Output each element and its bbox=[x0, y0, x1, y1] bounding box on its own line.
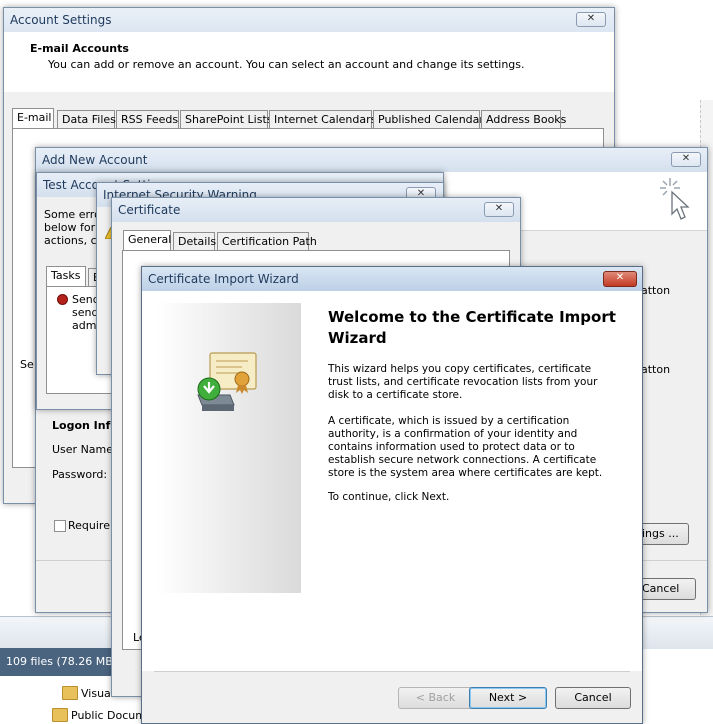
explorer-item[interactable]: Visual bbox=[81, 687, 114, 700]
wizard-heading: Welcome to the Certificate Import Wizard bbox=[328, 308, 616, 347]
user-name-label: User Name: bbox=[52, 443, 117, 456]
close-icon[interactable]: ✕ bbox=[603, 271, 637, 287]
certificate-titlebar: Certificate bbox=[112, 198, 520, 222]
test-account-text: below for r bbox=[44, 221, 104, 234]
folder-icon bbox=[52, 708, 68, 722]
tab-tasks[interactable]: Tasks bbox=[46, 266, 86, 287]
wizard-intro-paragraph: This wizard helps you copy certificates,… bbox=[328, 363, 598, 401]
explorer-status-text: 109 files (78.26 MB) bbox=[6, 655, 118, 668]
account-settings-titlebar: Account Settings bbox=[4, 8, 614, 32]
add-new-account-titlebar: Add New Account bbox=[36, 148, 707, 172]
folder-icon bbox=[62, 686, 78, 700]
tab-email[interactable]: E-mail bbox=[12, 108, 54, 129]
wizard-footer-divider bbox=[154, 671, 630, 672]
option-text: atton bbox=[641, 284, 671, 297]
tab-rss-feeds[interactable]: RSS Feeds bbox=[116, 110, 179, 128]
test-account-text: Some erro bbox=[44, 208, 101, 221]
tab-internet-calendars[interactable]: Internet Calendars bbox=[269, 110, 376, 128]
account-settings-left-text: Se bbox=[20, 358, 34, 371]
require-checkbox[interactable] bbox=[54, 520, 66, 532]
certificate-import-icon bbox=[194, 349, 262, 417]
wizard-side-banner bbox=[156, 303, 301, 593]
explorer-item[interactable]: Public Docum bbox=[71, 709, 146, 722]
logon-info-heading: Logon Info bbox=[52, 419, 118, 432]
certificate-import-wizard-window: Certificate Import Wizard ✕ Welcome to t… bbox=[141, 266, 643, 724]
close-icon[interactable]: ✕ bbox=[576, 12, 606, 27]
tab-certification-path[interactable]: Certification Path bbox=[217, 232, 317, 250]
close-icon[interactable]: ✕ bbox=[484, 202, 514, 217]
tab-address-books[interactable]: Address Books bbox=[481, 110, 566, 128]
next-button[interactable]: Next > bbox=[469, 687, 547, 709]
wizard-continue-text: To continue, click Next. bbox=[328, 491, 450, 503]
wizard-titlebar: Certificate Import Wizard bbox=[142, 267, 642, 291]
tab-published-calendars[interactable]: Published Calendars bbox=[373, 110, 490, 128]
back-button[interactable]: < Back bbox=[398, 687, 473, 709]
password-label: Password: bbox=[52, 468, 108, 481]
close-icon[interactable]: ✕ bbox=[671, 152, 701, 167]
email-accounts-heading: E-mail Accounts bbox=[30, 42, 129, 55]
test-account-text: actions, co bbox=[44, 234, 104, 247]
email-accounts-description: You can add or remove an account. You ca… bbox=[48, 58, 525, 71]
wizard-definition-paragraph: A certificate, which is issued by a cert… bbox=[328, 415, 603, 479]
account-settings-tabs: E-mail Data Files RSS Feeds SharePoint L… bbox=[12, 108, 612, 130]
tab-general[interactable]: General bbox=[123, 230, 171, 251]
cancel-button[interactable]: Cancel bbox=[555, 687, 631, 709]
error-icon bbox=[57, 294, 68, 305]
tab-data-files[interactable]: Data Files bbox=[57, 110, 116, 128]
tab-sharepoint-lists[interactable]: SharePoint Lists bbox=[180, 110, 273, 128]
option-text: atton bbox=[641, 363, 671, 376]
tab-details[interactable]: Details bbox=[173, 232, 216, 250]
cursor-sparkle-icon bbox=[656, 176, 696, 226]
